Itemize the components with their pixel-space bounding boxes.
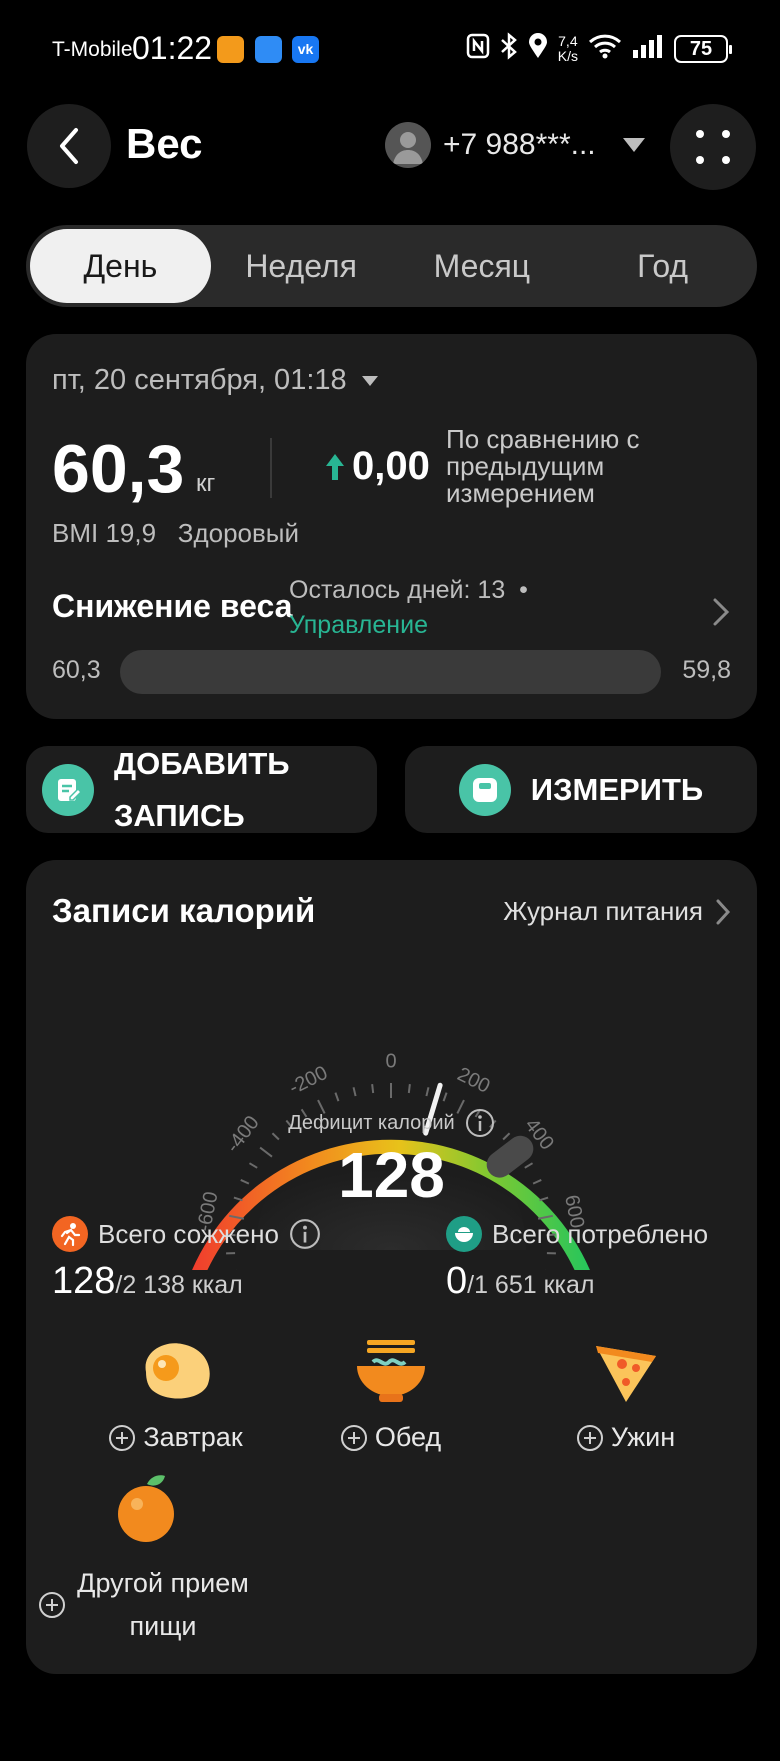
account-number: +7 988***... [443,128,596,161]
period-tabs: День Неделя Месяц Год [26,225,757,307]
tab-day[interactable]: День [30,229,211,303]
chevron-right-icon [716,899,731,924]
note-edit-icon [42,763,94,816]
info-icon[interactable] [465,1108,495,1138]
pizza-slice-icon [596,1346,656,1402]
scale-icon [458,763,511,816]
gauge-tick-label: -200 [286,1062,332,1099]
measure-label: ИЗМЕРИТЬ [530,771,704,807]
weight-delta: 0,00 [324,444,430,489]
net-speed: 7,4 K/s [557,33,578,64]
consumed-label: Всего потреблено [492,1218,709,1249]
calorie-card: Записи калорий Журнал питания -800-600-4… [26,860,757,1674]
weight-card: пт, 20 сентября, 01:18 60,3 кг 0,00 По с… [26,334,757,719]
battery-icon: 75 [674,35,732,63]
page-title: Вес [126,120,203,167]
caret-down-icon [622,138,645,152]
add-record-button[interactable]: ДОБАВИТЬ ЗАПИСЬ [26,746,377,833]
weight-value: 60,3 [52,431,185,507]
egg-icon [145,1343,210,1399]
running-icon [52,1216,88,1252]
gauge-tick [425,1087,430,1097]
location-icon [528,33,548,65]
bmi-status: Здоровый [177,518,300,548]
four-dots-icon [696,130,730,164]
delta-value: 0,00 [352,444,430,488]
vk-icon: vk [292,36,319,63]
status-time: 01:22 [132,30,213,66]
bluetooth-icon [500,32,518,66]
add-record-label: ДОБАВИТЬ ЗАПИСЬ [114,745,290,833]
plus-icon [340,1424,367,1451]
wifi-icon [588,33,622,65]
goal-target-weight: 59,8 [682,656,731,684]
compare-text: По сравнению с предыдущим измерением [446,424,640,508]
gauge-tick [352,1087,357,1097]
deficit-label: Дефицит калорий [26,1108,757,1138]
avatar-icon [385,122,431,168]
tab-week[interactable]: Неделя [211,229,392,303]
weight-unit: кг [196,470,216,497]
days-left: Осталось дней: 13 • [289,576,528,604]
food-journal-link[interactable]: Журнал питания [503,896,731,927]
consumed-value: 0 [446,1260,468,1302]
goal-progress-bar [120,650,661,694]
bmi-value: BMI 19,9 [52,518,157,548]
gauge-tick [442,1092,448,1102]
signal-icon [632,34,664,64]
back-button[interactable] [27,104,111,188]
deficit-value: 128 [338,1139,445,1211]
date-selector[interactable]: пт, 20 сентября, 01:18 [52,364,379,397]
gauge-tick-label: 200 [454,1063,494,1097]
plus-icon [109,1424,136,1451]
noodle-bowl-icon [357,1340,425,1402]
measure-button[interactable]: ИЗМЕРИТЬ [405,746,757,833]
meal-other[interactable]: Другой прием пищи [36,1472,256,1648]
gauge-tick [334,1092,340,1102]
orange-fruit-icon [118,1475,174,1542]
gauge-tick-label: 0 [385,1050,396,1072]
more-menu-button[interactable] [670,104,756,190]
gauge-tick [407,1083,411,1094]
status-bar: T-Mobile 01:22 vk 7,4 K/s 75 [0,0,780,100]
nfc-icon [466,33,490,65]
burned-stat: Всего сожжено 128/2 138 ккал [52,1216,321,1303]
measurement-date: пт, 20 сентября, 01:18 [52,364,347,396]
tab-year[interactable]: Год [572,229,753,303]
consumed-stat: Всего потреблено 0/1 651 ккал [446,1216,708,1303]
info-icon[interactable] [289,1218,321,1250]
meal-lunch[interactable]: Обед [291,1338,491,1453]
carrier-name: T-Mobile [52,38,133,61]
plus-icon [39,1592,65,1618]
goal-title[interactable]: Снижение веса [52,588,292,625]
arrow-up-icon [326,453,344,480]
caret-down-icon [361,375,378,386]
plus-icon [576,1424,603,1451]
tab-month[interactable]: Месяц [392,229,573,303]
app-notification-icon [217,36,244,63]
rice-bowl-icon [446,1216,482,1252]
burned-total: /2 138 ккал [115,1271,243,1299]
divider [270,438,272,498]
burned-label: Всего сожжено [98,1218,279,1249]
burned-value: 128 [52,1260,116,1302]
manage-link[interactable]: Управление [289,611,428,640]
bmi-row: BMI 19,9 Здоровый [52,518,299,549]
messenger-icon [255,36,282,63]
calorie-title: Записи калорий [52,892,316,929]
meal-dinner[interactable]: Ужин [526,1338,726,1453]
consumed-total: /1 651 ккал [467,1271,595,1299]
gauge-tick [371,1083,375,1094]
goal-start-weight: 60,3 [52,656,101,684]
chevron-left-icon [60,128,78,164]
chevron-right-icon[interactable] [711,596,731,628]
account-selector[interactable]: +7 988***... [385,122,646,168]
meal-breakfast[interactable]: Завтрак [76,1338,276,1453]
